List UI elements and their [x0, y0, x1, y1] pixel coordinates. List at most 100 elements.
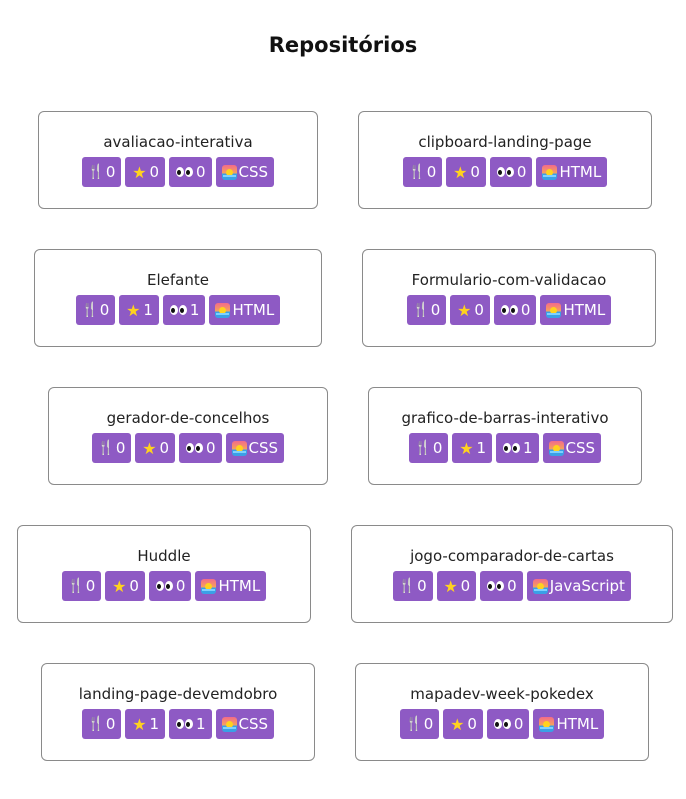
language-label: CSS	[248, 439, 279, 457]
forks-count: 0	[99, 301, 110, 319]
eyes-icon	[486, 578, 505, 594]
stars-badge: ★ 1	[119, 295, 159, 325]
repo-card[interactable]: clipboard-landing-page 🍴 0 ★ 0 0 HTML	[358, 111, 652, 209]
fork-and-knife-icon: 🍴	[81, 302, 99, 318]
fork-and-knife-icon: 🍴	[87, 164, 105, 180]
eyes-icon	[493, 716, 512, 732]
language-label: CSS	[238, 163, 269, 181]
watchers-count: 0	[175, 577, 186, 595]
forks-badge: 🍴 0	[393, 571, 433, 601]
forks-badge: 🍴 0	[75, 295, 116, 325]
stars-badge: ★ 0	[135, 433, 175, 463]
repo-name[interactable]: gerador-de-concelhos	[49, 409, 327, 427]
language-badge: CSS	[215, 709, 275, 739]
forks-count: 0	[105, 715, 116, 733]
language-badge: CSS	[225, 433, 285, 463]
stars-badge: ★ 0	[443, 709, 483, 739]
watchers-badge: 0	[148, 571, 192, 601]
repo-name[interactable]: Elefante	[35, 271, 321, 289]
repo-card[interactable]: gerador-de-concelhos 🍴 0 ★ 0 0 CSS	[48, 387, 328, 485]
watchers-badge: 0	[489, 157, 533, 187]
stars-badge: ★ 0	[125, 157, 165, 187]
sunrise-icon	[221, 164, 237, 180]
star-icon: ★	[112, 576, 127, 596]
watchers-count: 0	[507, 577, 517, 595]
language-badge: HTML	[536, 157, 608, 187]
eyes-icon	[185, 440, 204, 456]
sunrise-icon	[539, 716, 555, 732]
watchers-badge: 0	[493, 295, 537, 325]
fork-and-knife-icon: 🍴	[414, 440, 432, 456]
forks-badge: 🍴 0	[406, 295, 447, 325]
language-label: CSS	[238, 715, 269, 733]
fork-and-knife-icon: 🍴	[87, 716, 105, 732]
language-label: HTML	[556, 715, 599, 733]
forks-badge: 🍴 0	[91, 433, 132, 463]
stars-badge: ★ 0	[450, 295, 490, 325]
watchers-count: 0	[206, 439, 216, 457]
forks-count: 0	[115, 439, 126, 457]
repo-name[interactable]: jogo-comparador-de-cartas	[352, 547, 672, 565]
forks-count: 0	[417, 577, 427, 595]
watchers-badge: 1	[162, 295, 206, 325]
star-icon: ★	[132, 162, 147, 182]
star-icon: ★	[450, 714, 465, 734]
fork-and-knife-icon: 🍴	[67, 578, 85, 594]
repo-name[interactable]: grafico-de-barras-interativo	[369, 409, 641, 427]
repo-name[interactable]: avaliacao-interativa	[39, 133, 317, 151]
repo-card[interactable]: Elefante 🍴 0 ★ 1 1 HTML	[34, 249, 322, 347]
repo-card[interactable]: Huddle 🍴 0 ★ 0 0 HTML	[17, 525, 311, 623]
watchers-count: 1	[523, 439, 533, 457]
stars-badge: ★ 1	[125, 709, 165, 739]
forks-count: 0	[432, 439, 443, 457]
language-label: CSS	[565, 439, 596, 457]
language-badge: HTML	[540, 295, 612, 325]
forks-count: 0	[426, 163, 437, 181]
repo-name[interactable]: clipboard-landing-page	[359, 133, 651, 151]
stars-count: 1	[149, 715, 159, 733]
stars-count: 1	[143, 301, 153, 319]
stars-count: 0	[149, 163, 159, 181]
repo-card[interactable]: avaliacao-interativa 🍴 0 ★ 0 0 CSS	[38, 111, 318, 209]
repo-stats: 🍴 0 ★ 0 0 CSS	[49, 433, 327, 463]
repo-name[interactable]: Huddle	[18, 547, 310, 565]
fork-and-knife-icon: 🍴	[405, 716, 423, 732]
forks-count: 0	[85, 577, 96, 595]
repo-card[interactable]: landing-page-devemdobro 🍴 0 ★ 1 1 CSS	[41, 663, 315, 761]
sunrise-icon	[221, 716, 237, 732]
watchers-count: 0	[513, 715, 524, 733]
eyes-icon	[155, 578, 174, 594]
language-label: HTML	[559, 163, 602, 181]
repo-card[interactable]: grafico-de-barras-interativo 🍴 0 ★ 1 1 CSS	[368, 387, 642, 485]
stars-count: 0	[470, 163, 480, 181]
repo-stats: 🍴 0 ★ 0 0 HTML	[356, 709, 648, 739]
language-label: HTML	[218, 577, 261, 595]
stars-badge: ★ 1	[452, 433, 492, 463]
repo-stats: 🍴 0 ★ 1 1 CSS	[369, 433, 641, 463]
forks-badge: 🍴 0	[399, 709, 440, 739]
eyes-icon	[175, 164, 194, 180]
language-label: HTML	[232, 301, 275, 319]
watchers-badge: 1	[169, 709, 212, 739]
watchers-badge: 1	[496, 433, 539, 463]
repo-card[interactable]: jogo-comparador-de-cartas 🍴 0 ★ 0 0 JavaSc…	[351, 525, 673, 623]
repo-stats: 🍴 0 ★ 0 0 HTML	[359, 157, 651, 187]
repo-name[interactable]: Formulario-com-validacao	[363, 271, 655, 289]
watchers-badge: 0	[179, 433, 222, 463]
language-badge: CSS	[215, 157, 275, 187]
eyes-icon	[175, 716, 194, 732]
watchers-badge: 0	[169, 157, 212, 187]
watchers-count: 0	[516, 163, 527, 181]
repo-name[interactable]: landing-page-devemdobro	[42, 685, 314, 703]
star-icon: ★	[126, 300, 141, 320]
repo-name[interactable]: mapadev-week-pokedex	[356, 685, 648, 703]
fork-and-knife-icon: 🍴	[97, 440, 115, 456]
sunrise-icon	[215, 302, 231, 318]
eyes-icon	[169, 302, 188, 318]
language-label: HTML	[563, 301, 606, 319]
forks-badge: 🍴 0	[81, 157, 122, 187]
repo-card[interactable]: mapadev-week-pokedex 🍴 0 ★ 0 0 HTML	[355, 663, 649, 761]
watchers-badge: 0	[486, 709, 530, 739]
stars-count: 0	[159, 439, 169, 457]
repo-card[interactable]: Formulario-com-validacao 🍴 0 ★ 0 0 HTML	[362, 249, 656, 347]
